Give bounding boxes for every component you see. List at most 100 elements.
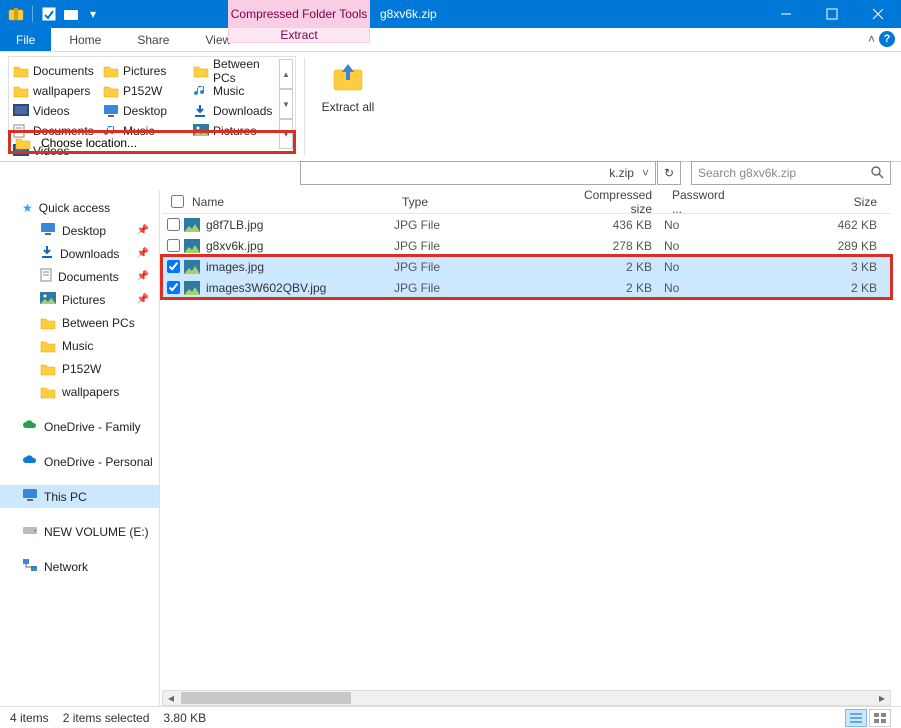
video-icon: [13, 104, 29, 118]
view-details-button[interactable]: [845, 709, 867, 727]
scroll-right-icon[interactable]: ▸: [874, 691, 890, 705]
nav-item[interactable]: Downloads📌: [0, 242, 159, 265]
tab-extract[interactable]: Extract: [228, 28, 370, 43]
gallery-item[interactable]: Downloads: [191, 101, 281, 121]
nav-new-volume[interactable]: NEW VOLUME (E:): [0, 520, 159, 543]
nav-label: Music: [62, 339, 93, 353]
gallery-item[interactable]: Music: [191, 81, 281, 101]
search-box[interactable]: Search g8xv6k.zip: [691, 161, 891, 185]
gallery-item-label: wallpapers: [33, 84, 90, 98]
download-icon: [193, 104, 209, 118]
minimize-button[interactable]: [763, 0, 809, 28]
extract-all-icon: [330, 60, 366, 96]
gallery-item[interactable]: Between PCs: [191, 61, 281, 81]
row-checkbox[interactable]: [167, 260, 180, 273]
search-icon[interactable]: [870, 165, 884, 182]
doc-icon: [40, 268, 52, 285]
nav-network[interactable]: Network: [0, 555, 159, 578]
row-checkbox[interactable]: [167, 281, 180, 294]
nav-this-pc[interactable]: This PC: [0, 485, 159, 508]
file-size: 3 KB: [736, 260, 891, 274]
window-title: g8xv6k.zip: [380, 0, 437, 28]
music-icon: [193, 84, 209, 98]
gallery-item[interactable]: wallpapers: [11, 81, 101, 101]
col-type[interactable]: Type: [394, 195, 554, 209]
horizontal-scrollbar[interactable]: ◂ ▸: [162, 690, 891, 706]
gallery-item[interactable]: Desktop: [101, 101, 191, 121]
file-type: JPG File: [394, 281, 554, 295]
nav-quick-access[interactable]: ★ Quick access: [0, 196, 159, 219]
contextual-tab-header: Compressed Folder Tools: [228, 0, 370, 28]
file-name: images3W602QBV.jpg: [206, 281, 326, 295]
address-dropdown-icon[interactable]: ˅: [642, 166, 649, 180]
tab-home[interactable]: Home: [51, 28, 119, 51]
address-bar[interactable]: k.zip ˅: [300, 161, 656, 185]
pin-icon: 📌: [137, 248, 149, 259]
gallery-item[interactable]: Videos: [11, 101, 101, 121]
col-name[interactable]: Name: [184, 195, 394, 209]
view-large-button[interactable]: [869, 709, 891, 727]
pic-icon: [40, 292, 56, 307]
refresh-button[interactable]: ↻: [657, 161, 681, 185]
table-row[interactable]: images.jpg JPG File 2 KB No 3 KB: [162, 256, 891, 277]
nav-onedrive-personal[interactable]: OneDrive - Personal: [0, 450, 159, 473]
scroll-thumb[interactable]: [181, 692, 351, 704]
qat-newfolder-icon[interactable]: [63, 6, 79, 22]
nav-onedrive-family[interactable]: OneDrive - Family: [0, 415, 159, 438]
maximize-button[interactable]: [809, 0, 855, 28]
file-password: No: [664, 218, 736, 232]
quick-access-toolbar: ▾: [0, 0, 109, 28]
status-selected-size: 3.80 KB: [163, 711, 206, 725]
scroll-left-icon[interactable]: ◂: [163, 691, 179, 705]
gallery-item[interactable]: Documents: [11, 61, 101, 81]
close-button[interactable]: [855, 0, 901, 28]
gallery-up-icon[interactable]: ▲: [279, 59, 293, 89]
help-icon[interactable]: ?: [879, 31, 895, 47]
table-row[interactable]: g8xv6k.jpg JPG File 278 KB No 289 KB: [162, 235, 891, 256]
nav-item[interactable]: Between PCs: [0, 311, 159, 334]
file-password: No: [664, 260, 736, 274]
file-name: g8f7LB.jpg: [206, 218, 263, 232]
nav-label: Desktop: [62, 224, 106, 238]
nav-item[interactable]: Pictures📌: [0, 288, 159, 311]
tab-share[interactable]: Share: [119, 28, 187, 51]
extract-all-button[interactable]: Extract all: [318, 60, 378, 114]
nav-item[interactable]: Documents📌: [0, 265, 159, 288]
file-compressed-size: 2 KB: [554, 260, 664, 274]
qat-dropdown-icon[interactable]: ▾: [85, 6, 101, 22]
col-password[interactable]: Password ...: [664, 188, 736, 216]
qat-properties-icon[interactable]: [41, 6, 57, 22]
nav-quick-access-label: Quick access: [39, 201, 110, 215]
select-all-checkbox[interactable]: [171, 195, 184, 208]
file-password: No: [664, 281, 736, 295]
nav-label: NEW VOLUME (E:): [44, 525, 149, 539]
col-size[interactable]: Size: [736, 195, 891, 209]
row-checkbox[interactable]: [167, 218, 180, 231]
gallery-item-label: Videos: [33, 104, 69, 118]
gallery-item-label: Desktop: [123, 104, 167, 118]
download-icon: [40, 245, 54, 262]
nav-item[interactable]: Desktop📌: [0, 219, 159, 242]
gallery-item[interactable]: Pictures: [101, 61, 191, 81]
nav-item[interactable]: P152W: [0, 357, 159, 380]
table-row[interactable]: images3W602QBV.jpg JPG File 2 KB No 2 KB: [162, 277, 891, 298]
folder-icon: [40, 339, 56, 353]
extract-to-gallery[interactable]: Documents PicturesBetween PCs wallpapers P1…: [8, 56, 296, 154]
nav-label: Between PCs: [62, 316, 135, 330]
gallery-item[interactable]: P152W: [101, 81, 191, 101]
app-icon: [8, 6, 24, 22]
gallery-down-icon[interactable]: ▼: [279, 89, 293, 119]
file-name: g8xv6k.jpg: [206, 239, 263, 253]
nav-item[interactable]: Music: [0, 334, 159, 357]
table-row[interactable]: g8f7LB.jpg JPG File 436 KB No 462 KB: [162, 214, 891, 235]
row-checkbox[interactable]: [167, 239, 180, 252]
tab-file[interactable]: File: [0, 28, 51, 51]
gallery-item-label: Documents: [33, 64, 94, 78]
column-headers[interactable]: Name Type Compressed size Password ... S…: [162, 190, 891, 214]
col-compressed[interactable]: Compressed size: [554, 188, 664, 216]
collapse-ribbon-icon[interactable]: ˄: [868, 32, 875, 46]
nav-item[interactable]: wallpapers: [0, 380, 159, 403]
choose-location-row[interactable]: Choose location...: [9, 131, 295, 153]
status-selected-count: 2 items selected: [63, 711, 150, 725]
navigation-pane[interactable]: ★ Quick access Desktop📌Downloads📌Documen…: [0, 190, 160, 706]
